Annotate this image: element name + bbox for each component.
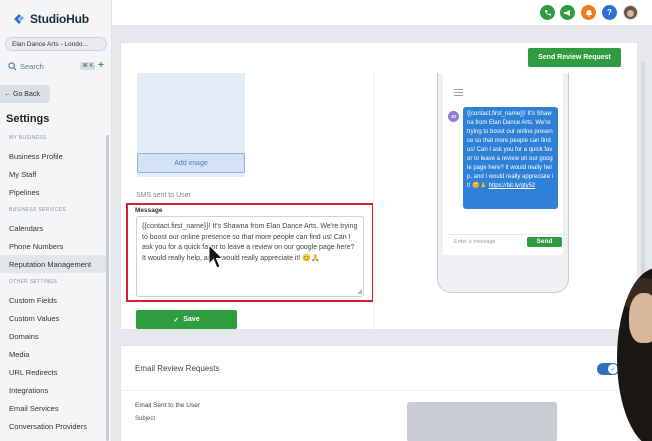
email-review-title: Email Review Requests	[135, 364, 220, 373]
phone-preview: JD {{contact.first_name}}! It's Shawna f…	[437, 73, 569, 293]
check-icon: ✓	[173, 316, 180, 324]
section-my-business: MY BUSINESS	[9, 135, 47, 141]
message-label: Message	[135, 207, 163, 214]
mouse-cursor-icon	[208, 244, 224, 269]
quick-add-icon[interactable]: +	[98, 61, 104, 71]
sidebar-item-reputation-management[interactable]: Reputation Management	[0, 255, 108, 273]
phone-screen: JD {{contact.first_name}}! It's Shawna f…	[443, 73, 568, 255]
subject-label: Subject	[135, 416, 156, 422]
sms-sent-label: SMS sent to User	[136, 192, 191, 199]
sidebar-item-email-services[interactable]: Email Services	[0, 399, 108, 417]
settings-title: Settings	[6, 113, 50, 125]
sidebar-item-conversation-providers[interactable]: Conversation Providers	[0, 417, 108, 435]
go-back-label: Go Back	[13, 90, 40, 98]
sidebar-item-custom-fields[interactable]: Custom Fields	[0, 291, 108, 309]
save-button[interactable]: ✓ Save	[136, 310, 237, 329]
sidebar-item-business-profile[interactable]: Business Profile	[0, 147, 108, 165]
review-link[interactable]: https://bit.ly/gty52	[489, 183, 536, 189]
message-textarea[interactable]: {{contact.first_name}}! It's Shawna from…	[136, 216, 364, 297]
bell-icon[interactable]	[581, 5, 596, 20]
save-label: Save	[183, 316, 200, 323]
sms-review-panel: Send Review Request Add image SMS sent t…	[120, 42, 638, 331]
message-bubble: {{contact.first_name}}! It's Shawna from…	[463, 107, 558, 209]
sidebar-item-calendars[interactable]: Calendars	[0, 219, 108, 237]
sidebar-item-phone-numbers[interactable]: Phone Numbers	[0, 237, 108, 255]
help-icon[interactable]: ?	[602, 5, 617, 20]
megaphone-icon[interactable]	[560, 5, 575, 20]
email-review-panel: Email Review Requests ✓ Email Sent to th…	[120, 345, 639, 441]
hamburger-icon	[454, 89, 463, 96]
email-preview-box	[407, 402, 557, 441]
section-other-settings: OTHER SETTINGS	[9, 279, 58, 285]
arrow-left-icon: ←	[4, 90, 11, 98]
resize-handle-icon[interactable]: ◢	[357, 289, 362, 295]
phone-icon[interactable]	[540, 5, 555, 20]
sidebar-item-pipelines[interactable]: Pipelines	[0, 183, 108, 201]
email-sent-label: Email Sent to the User	[135, 402, 201, 409]
go-back-button[interactable]: ← Go Back	[0, 85, 50, 103]
studiohub-logo-icon	[14, 14, 24, 24]
sidebar-item-integrations[interactable]: Integrations	[0, 381, 108, 399]
preview-input-row: Enter a message Send	[448, 234, 568, 248]
location-name: Elan Dance Arts - Londo...	[12, 40, 88, 48]
column-divider	[373, 73, 374, 331]
location-switcher[interactable]: Elan Dance Arts - Londo... ⇕	[5, 37, 107, 51]
sidebar-item-custom-values[interactable]: Custom Values	[0, 309, 108, 327]
sidebar-search[interactable]: Search ⌘ K +	[5, 59, 107, 73]
avatar-face	[627, 10, 634, 17]
preview-send-button[interactable]: Send	[527, 236, 562, 247]
sidebar-item-my-staff[interactable]: My Staff	[0, 165, 108, 183]
app-root: StudioHub Elan Dance Arts - Londo... ⇕ S…	[0, 0, 652, 441]
topbar: ?	[112, 0, 652, 26]
message-text: {{contact.first_name}}! It's Shawna from…	[142, 223, 358, 262]
preview-message-input[interactable]: Enter a message	[454, 239, 527, 245]
send-review-request-button[interactable]: Send Review Request	[528, 48, 621, 67]
sidebar-scrollbar[interactable]	[106, 135, 109, 441]
search-input[interactable]: Search	[20, 62, 77, 71]
section-business-services: BUSINESS SERVICES	[9, 207, 66, 213]
user-avatar[interactable]	[623, 5, 638, 20]
contact-avatar: JD	[448, 111, 459, 122]
email-divider	[121, 390, 639, 391]
sidebar: StudioHub Elan Dance Arts - Londo... ⇕ S…	[0, 0, 112, 441]
email-review-toggle[interactable]: ✓	[597, 363, 619, 375]
presenter-face	[629, 293, 652, 343]
brand-name: StudioHub	[30, 12, 89, 26]
sidebar-item-domains[interactable]: Domains	[0, 327, 108, 345]
search-icon	[8, 61, 17, 70]
sidebar-item-url-redirects[interactable]: URL Redirects	[0, 363, 108, 381]
logo[interactable]: StudioHub	[12, 10, 89, 28]
sidebar-item-media[interactable]: Media	[0, 345, 108, 363]
search-shortcut: ⌘ K	[80, 62, 96, 70]
bubble-text: {{contact.first_name}}! It's Shawna from…	[467, 111, 554, 189]
add-image-button[interactable]: Add image	[137, 153, 245, 173]
